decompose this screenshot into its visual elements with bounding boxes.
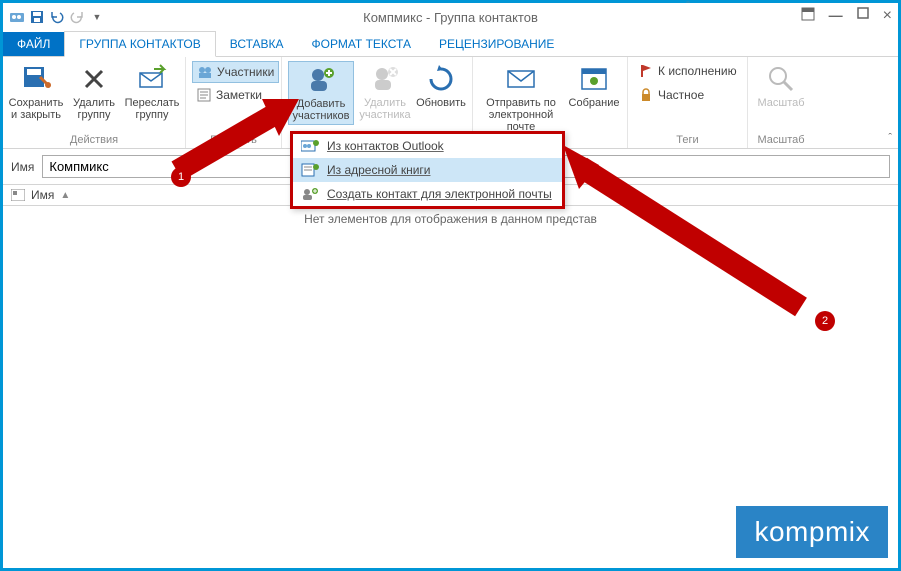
delete-icon — [78, 63, 110, 95]
tab-insert[interactable]: ВСТАВКА — [216, 32, 298, 56]
name-label: Имя — [11, 160, 34, 174]
members-button[interactable]: Участники — [192, 61, 279, 83]
redo-icon[interactable] — [69, 9, 85, 25]
group-actions: Сохранить и закрыть Удалить группу Перес… — [3, 57, 186, 148]
tab-format-text[interactable]: ФОРМАТ ТЕКСТА — [298, 32, 425, 56]
new-contact-icon — [301, 187, 319, 201]
card-icon — [11, 189, 25, 201]
save-icon[interactable] — [29, 9, 45, 25]
tab-review[interactable]: РЕЦЕНЗИРОВАНИЕ — [425, 32, 568, 56]
list-header-name: Имя — [31, 188, 54, 202]
email-button[interactable]: Отправить по электронной почте — [479, 61, 563, 135]
zoom-button: Масштаб — [754, 61, 808, 111]
undo-icon[interactable] — [49, 9, 65, 25]
annotation-arrow-1 — [167, 91, 307, 181]
refresh-icon — [425, 63, 457, 95]
save-close-button[interactable]: Сохранить и закрыть — [9, 61, 63, 123]
annotation-badge-1: 1 — [171, 167, 191, 187]
group-zoom: Масштаб Масштаб — [748, 57, 814, 148]
private-button[interactable]: Частное — [634, 85, 708, 105]
remove-member-button: Удалить участника — [358, 61, 412, 123]
minimize-icon[interactable]: — — [829, 7, 843, 25]
title-bar: ▼ Компмикс - Группа контактов — × — [3, 3, 898, 31]
annotation-arrow-2 — [539, 137, 829, 327]
contact-group-icon — [9, 9, 25, 25]
flag-icon — [638, 63, 654, 79]
ribbon-display-icon[interactable] — [801, 7, 815, 25]
delete-group-button[interactable]: Удалить группу — [67, 61, 121, 123]
window-title: Компмикс - Группа контактов — [3, 10, 898, 25]
tab-contact-group[interactable]: ГРУППА КОНТАКТОВ — [64, 31, 215, 57]
meeting-icon — [578, 63, 610, 95]
group-tags: К исполнению Частное Теги — [628, 57, 748, 148]
watermark: kompmix — [736, 506, 888, 558]
dropdown-from-addressbook[interactable]: Из адресной книги — [293, 158, 562, 182]
meeting-button[interactable]: Собрание — [567, 61, 621, 111]
group-actions-label: Действия — [9, 132, 179, 146]
sort-asc-icon[interactable]: ▲ — [60, 190, 70, 201]
dropdown-from-outlook[interactable]: Из контактов Outlook — [293, 134, 562, 158]
close-icon[interactable]: × — [883, 7, 892, 25]
members-icon — [197, 64, 213, 80]
remove-member-icon — [369, 63, 401, 95]
qat-dropdown-icon[interactable]: ▼ — [89, 9, 105, 25]
forward-icon — [136, 63, 168, 95]
annotation-badge-2: 2 — [815, 311, 835, 331]
dropdown-new-email-contact[interactable]: Создать контакт для электронной почты — [293, 182, 562, 206]
add-members-dropdown: Из контактов Outlook Из адресной книги С… — [290, 131, 565, 209]
zoom-icon — [765, 63, 797, 95]
followup-button[interactable]: К исполнению — [634, 61, 741, 81]
collapse-ribbon-icon[interactable]: ˆ — [888, 132, 892, 144]
email-icon — [505, 63, 537, 95]
lock-icon — [638, 87, 654, 103]
maximize-icon[interactable] — [857, 7, 869, 25]
quick-access-toolbar: ▼ — [3, 9, 105, 25]
tab-file[interactable]: ФАЙЛ — [3, 32, 64, 56]
update-now-button[interactable]: Обновить — [416, 61, 466, 111]
save-close-icon — [20, 63, 52, 95]
add-member-icon — [305, 64, 337, 96]
ribbon-tabs: ФАЙЛ ГРУППА КОНТАКТОВ ВСТАВКА ФОРМАТ ТЕК… — [3, 31, 898, 57]
